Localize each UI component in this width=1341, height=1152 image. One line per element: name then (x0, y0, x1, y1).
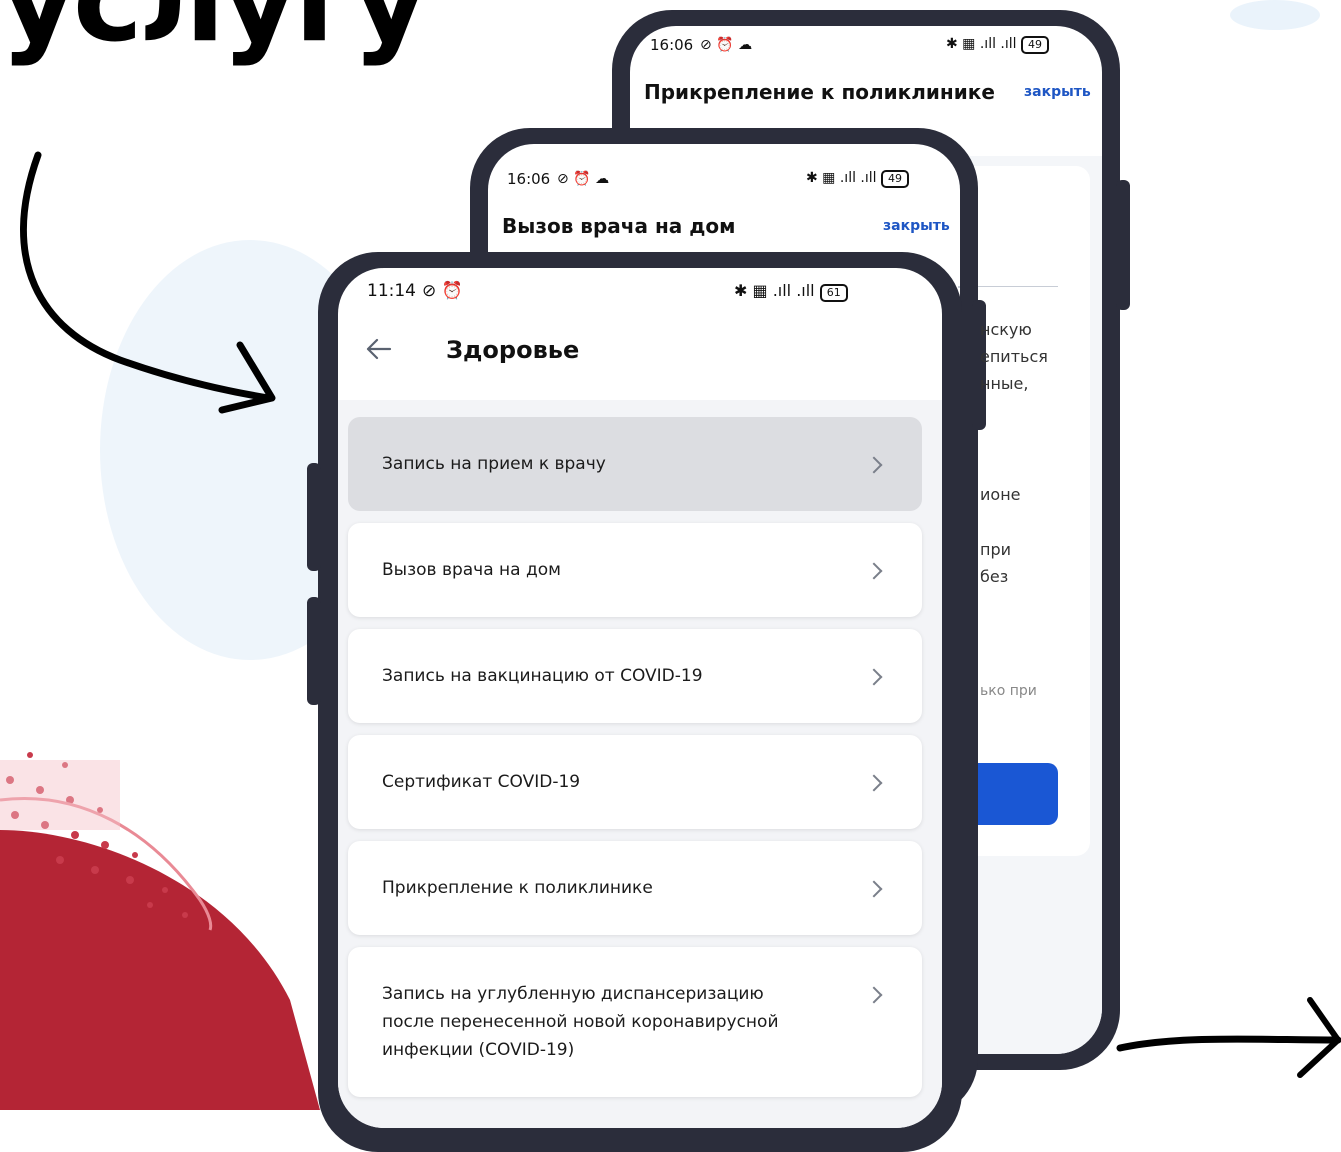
phone-middle-title: Вызов врача на дом (502, 214, 736, 238)
list-item-label: Вызов врача на дом (382, 560, 561, 580)
text-fragment: нскую (980, 320, 1032, 339)
list-item-dispensary-covid[interactable]: Запись на углубленную диспансеризацию по… (348, 947, 922, 1097)
list-item-label-line-3: инфекции (COVID-19) (382, 1040, 575, 1060)
arrow-head-icon (218, 341, 276, 414)
phone-front-status-time: 11:14 (367, 281, 416, 301)
phone-back-close-button[interactable]: закрыть (1024, 84, 1091, 100)
arrow-left-icon (366, 338, 392, 360)
text-fragment: ько при (980, 683, 1037, 699)
list-item-clinic-attachment[interactable]: Прикрепление к поликлинике (348, 841, 922, 935)
phone-back-signal-icons: ✱ ▦ .ıll .ıll 49 (946, 36, 1049, 54)
chevron-right-icon (865, 456, 883, 474)
chevron-right-icon (865, 562, 883, 580)
curved-arrow-icon (20, 151, 272, 402)
status-icons: ⊘ ⏰ (422, 281, 463, 301)
text-fragment: епиться (980, 347, 1048, 366)
text-fragment: без (980, 567, 1009, 586)
list-item-label-line-1: Запись на углубленную диспансеризацию (382, 984, 764, 1004)
text-fragment: ионе (980, 485, 1021, 504)
status-icons: ⊘ ⏰ ☁ (557, 171, 610, 187)
divider (978, 286, 1058, 287)
list-item-label: Сертификат COVID-19 (382, 772, 581, 792)
phone-back-status-time: 16:06 (650, 36, 694, 54)
battery-icon: 49 (1021, 36, 1049, 54)
list-item-covid-certificate[interactable]: Сертификат COVID-19 (348, 735, 922, 829)
red-blob (0, 830, 320, 1110)
text-fragment: при (980, 540, 1012, 559)
list-item-label-line-2: после перенесенной новой коронавирусной (382, 1012, 779, 1032)
chevron-right-icon (865, 668, 883, 686)
chevron-right-icon (865, 880, 883, 898)
page-title: Здоровье (446, 336, 580, 364)
list-item-home-visit[interactable]: Вызов врача на дом (348, 523, 922, 617)
phone-front-signal-icons: ✱ ▦ .ıll .ıll 61 (734, 281, 848, 302)
phone-middle-close-button[interactable]: закрыть (883, 218, 950, 234)
battery-icon: 49 (881, 170, 909, 188)
back-button[interactable] (364, 334, 394, 364)
phone-front-side-button-2 (307, 597, 321, 705)
list-item-label: Прикрепление к поликлинике (382, 878, 653, 898)
phone-middle-status-time: 16:06 (507, 170, 551, 188)
list-item-doctor-appointment[interactable]: Запись на прием к врачу (348, 417, 922, 511)
text-fragment: нные, (980, 374, 1029, 393)
list-item-label: Запись на вакцинацию от COVID-19 (382, 666, 703, 686)
list-item-covid-vaccination[interactable]: Запись на вакцинацию от COVID-19 (348, 629, 922, 723)
phone-front-side-button-1 (307, 463, 321, 571)
status-icons: ⊘ ⏰ ☁ (700, 37, 753, 53)
right-arrow-icon (1116, 1035, 1341, 1052)
chevron-right-icon (865, 986, 883, 1004)
phone-back-title: Прикрепление к поликлинике (644, 80, 995, 104)
phone-middle-signal-icons: ✱ ▦ .ıll .ıll 49 (806, 170, 909, 188)
list-item-label: Запись на прием к врачу (382, 454, 606, 474)
chevron-right-icon (865, 774, 883, 792)
phone-back-side-button (1116, 180, 1130, 310)
battery-icon: 61 (819, 284, 848, 302)
